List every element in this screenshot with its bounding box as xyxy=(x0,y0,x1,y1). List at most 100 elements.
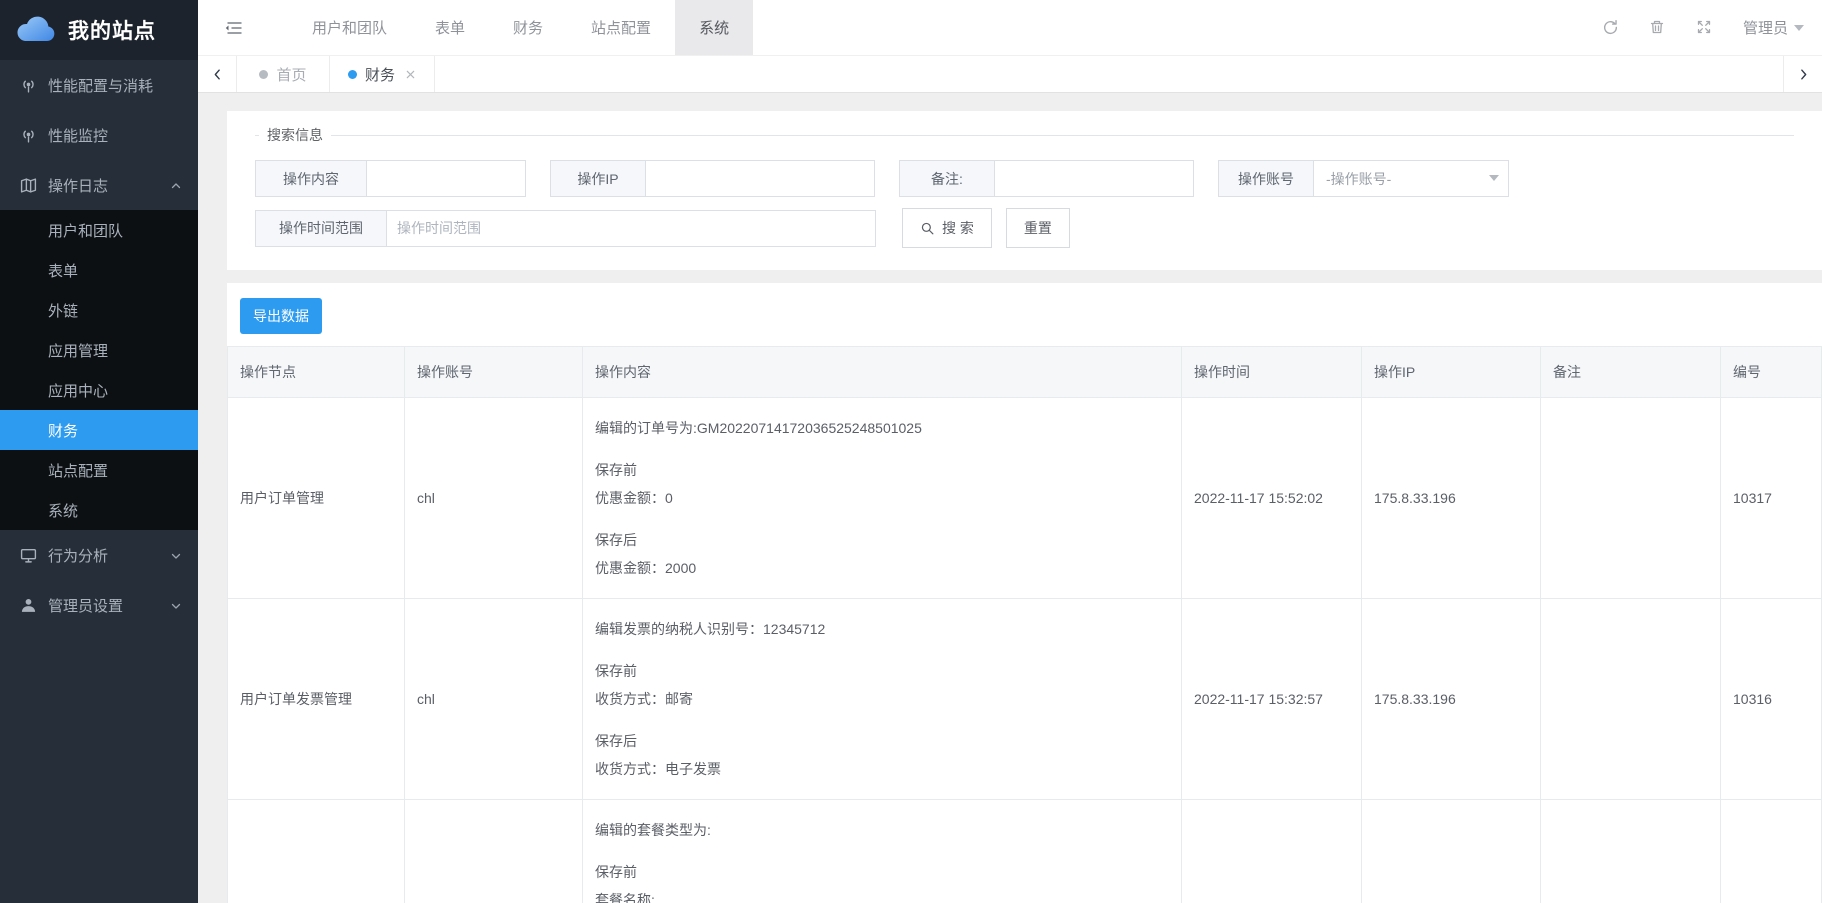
operation-ip-input[interactable] xyxy=(645,160,875,197)
top-nav: 用户和团队 表单 财务 站点配置 系统 xyxy=(288,0,753,55)
collapse-sidebar-icon[interactable] xyxy=(224,20,244,36)
sidebar: 我的站点 性能配置与消耗 性能监控 操作日志 xyxy=(0,0,198,903)
sidebar-item-performance-config[interactable]: 性能配置与消耗 xyxy=(0,60,198,110)
export-data-button[interactable]: 导出数据 xyxy=(240,298,322,334)
cell-content: 编辑的订单号为:GM20220714172036525248501025 保存前… xyxy=(583,398,1182,599)
sidebar-item-performance-monitor[interactable]: 性能监控 xyxy=(0,110,198,160)
cell-ip: 175.8.33.196 xyxy=(1362,599,1541,800)
topnav-item-site-config[interactable]: 站点配置 xyxy=(567,0,675,55)
operation-account-value: -操作账号- xyxy=(1326,169,1391,189)
sidebar-nav: 性能配置与消耗 性能监控 操作日志 用户和团队 表单 外 xyxy=(0,60,198,630)
page-tab-finance[interactable]: 财务 xyxy=(330,56,435,92)
cell-account xyxy=(405,800,583,903)
submenu-label: 站点配置 xyxy=(48,460,108,481)
cell-note xyxy=(1541,800,1721,903)
content-line: 编辑的套餐类型为: xyxy=(595,816,1169,844)
sidebar-item-label: 管理员设置 xyxy=(48,595,123,616)
user-menu[interactable]: 管理员 xyxy=(1743,17,1804,38)
topnav-item-system[interactable]: 系统 xyxy=(675,0,753,55)
topnav-item-forms[interactable]: 表单 xyxy=(411,0,489,55)
cell-account: chl xyxy=(405,599,583,800)
cloud-logo-icon xyxy=(14,15,58,45)
cell-ip: 175.8.33.196 xyxy=(1362,398,1541,599)
search-button[interactable]: 搜 索 xyxy=(902,208,992,248)
top-header: 用户和团队 表单 财务 站点配置 系统 管理员 xyxy=(198,0,1822,56)
operation-account-select[interactable]: -操作账号- xyxy=(1313,160,1509,197)
chevron-down-icon xyxy=(170,549,182,561)
app-root: 我的站点 性能配置与消耗 性能监控 操作日志 xyxy=(0,0,1822,903)
content-line xyxy=(595,643,1169,657)
content-line: 保存前 xyxy=(595,858,1169,886)
sidebar-item-admin-settings[interactable]: 管理员设置 xyxy=(0,580,198,630)
col-header-time: 操作时间 xyxy=(1182,347,1362,398)
magnifier-icon xyxy=(920,221,935,236)
sidebar-item-label: 性能监控 xyxy=(48,125,108,146)
col-header-account: 操作账号 xyxy=(405,347,583,398)
content-line xyxy=(595,512,1169,526)
sidebar-item-operation-log[interactable]: 操作日志 xyxy=(0,160,198,210)
page-tab-label: 首页 xyxy=(276,64,306,85)
page-tab-label: 财务 xyxy=(365,64,395,85)
fullscreen-icon[interactable] xyxy=(1696,19,1713,36)
content-line: 收货方式：邮寄 xyxy=(595,685,1169,713)
submenu-item-forms[interactable]: 表单 xyxy=(0,250,198,290)
tabs-scroll-right-icon[interactable] xyxy=(1783,56,1822,92)
topnav-label: 站点配置 xyxy=(591,17,651,38)
refresh-icon[interactable] xyxy=(1602,19,1619,36)
operation-ip-group: 操作IP xyxy=(550,160,875,197)
note-label: 备注: xyxy=(899,160,995,197)
person-icon xyxy=(20,596,38,614)
map-book-icon xyxy=(20,176,38,194)
close-tab-icon[interactable] xyxy=(405,69,416,80)
col-header-content: 操作内容 xyxy=(583,347,1182,398)
table-row: 编辑的套餐类型为: 保存前 套餐名称: xyxy=(228,800,1822,903)
table-row: 用户订单管理 chl 编辑的订单号为:GM2022071417203652524… xyxy=(228,398,1822,599)
col-header-node: 操作节点 xyxy=(228,347,405,398)
cell-time: 2022-11-17 15:52:02 xyxy=(1182,398,1362,599)
site-logo[interactable]: 我的站点 xyxy=(0,0,198,60)
sidebar-item-behavior-analysis[interactable]: 行为分析 xyxy=(0,530,198,580)
time-range-input[interactable] xyxy=(386,210,876,247)
broadcast-icon xyxy=(20,126,38,144)
submenu-item-app-management[interactable]: 应用管理 xyxy=(0,330,198,370)
monitor-icon xyxy=(20,546,38,564)
search-row-2: 操作时间范围 搜 索 重置 xyxy=(255,208,1794,248)
cell-id: 10316 xyxy=(1721,599,1822,800)
submenu-item-system[interactable]: 系统 xyxy=(0,490,198,530)
submenu-item-users-teams[interactable]: 用户和团队 xyxy=(0,210,198,250)
submenu-item-finance[interactable]: 财务 xyxy=(0,410,198,450)
cell-account: chl xyxy=(405,398,583,599)
reset-button-label: 重置 xyxy=(1024,218,1052,238)
site-title: 我的站点 xyxy=(68,15,156,45)
submenu-item-site-config[interactable]: 站点配置 xyxy=(0,450,198,490)
broadcast-icon xyxy=(20,76,38,94)
cell-time: 2022-11-17 15:32:57 xyxy=(1182,599,1362,800)
topnav-item-finance[interactable]: 财务 xyxy=(489,0,567,55)
content-line xyxy=(595,844,1169,858)
content-line: 优惠金额：2000 xyxy=(595,554,1169,582)
search-panel-title: 搜索信息 xyxy=(259,125,331,145)
table-toolbar: 导出数据 xyxy=(227,283,1822,346)
content-line: 编辑的订单号为:GM20220714172036525248501025 xyxy=(595,414,1169,442)
cell-id xyxy=(1721,800,1822,903)
log-table-panel: 导出数据 操作节点 操作账号 操作内容 操作时间 操作IP xyxy=(227,283,1822,903)
submenu-item-app-center[interactable]: 应用中心 xyxy=(0,370,198,410)
operation-content-input[interactable] xyxy=(366,160,526,197)
note-input[interactable] xyxy=(994,160,1194,197)
sidebar-item-label: 行为分析 xyxy=(48,545,108,566)
reset-button[interactable]: 重置 xyxy=(1006,208,1070,248)
topnav-item-users-teams[interactable]: 用户和团队 xyxy=(288,0,411,55)
trash-icon[interactable] xyxy=(1649,19,1666,36)
submenu-item-external-links[interactable]: 外链 xyxy=(0,290,198,330)
page-tab-home[interactable]: 首页 xyxy=(237,56,330,92)
submenu-label: 外链 xyxy=(48,300,78,321)
submenu-label: 表单 xyxy=(48,260,78,281)
submenu-label: 用户和团队 xyxy=(48,220,123,241)
cell-node: 用户订单管理 xyxy=(228,398,405,599)
submenu-label: 财务 xyxy=(48,420,78,441)
tabs-scroll-left-icon[interactable] xyxy=(198,56,237,92)
content-line: 编辑发票的纳税人识别号：12345712 xyxy=(595,615,1169,643)
search-panel: 搜索信息 操作内容 操作IP 备注: xyxy=(227,111,1822,270)
content-line: 保存后 xyxy=(595,727,1169,755)
operation-account-label: 操作账号 xyxy=(1218,160,1314,197)
